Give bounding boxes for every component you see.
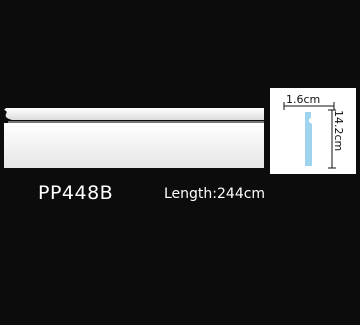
- length-label: Length:244cm: [164, 186, 266, 202]
- product-code: PP448B: [38, 182, 114, 204]
- profile-diagram: 1.6cm 14.2cm: [270, 88, 356, 174]
- profile-section-shape: [305, 112, 312, 166]
- profile-width-label: 1.6cm: [286, 93, 321, 106]
- molding-top-profile: [4, 108, 264, 120]
- molding-face: [4, 123, 264, 168]
- profile-height-label: 14.2cm: [332, 110, 345, 152]
